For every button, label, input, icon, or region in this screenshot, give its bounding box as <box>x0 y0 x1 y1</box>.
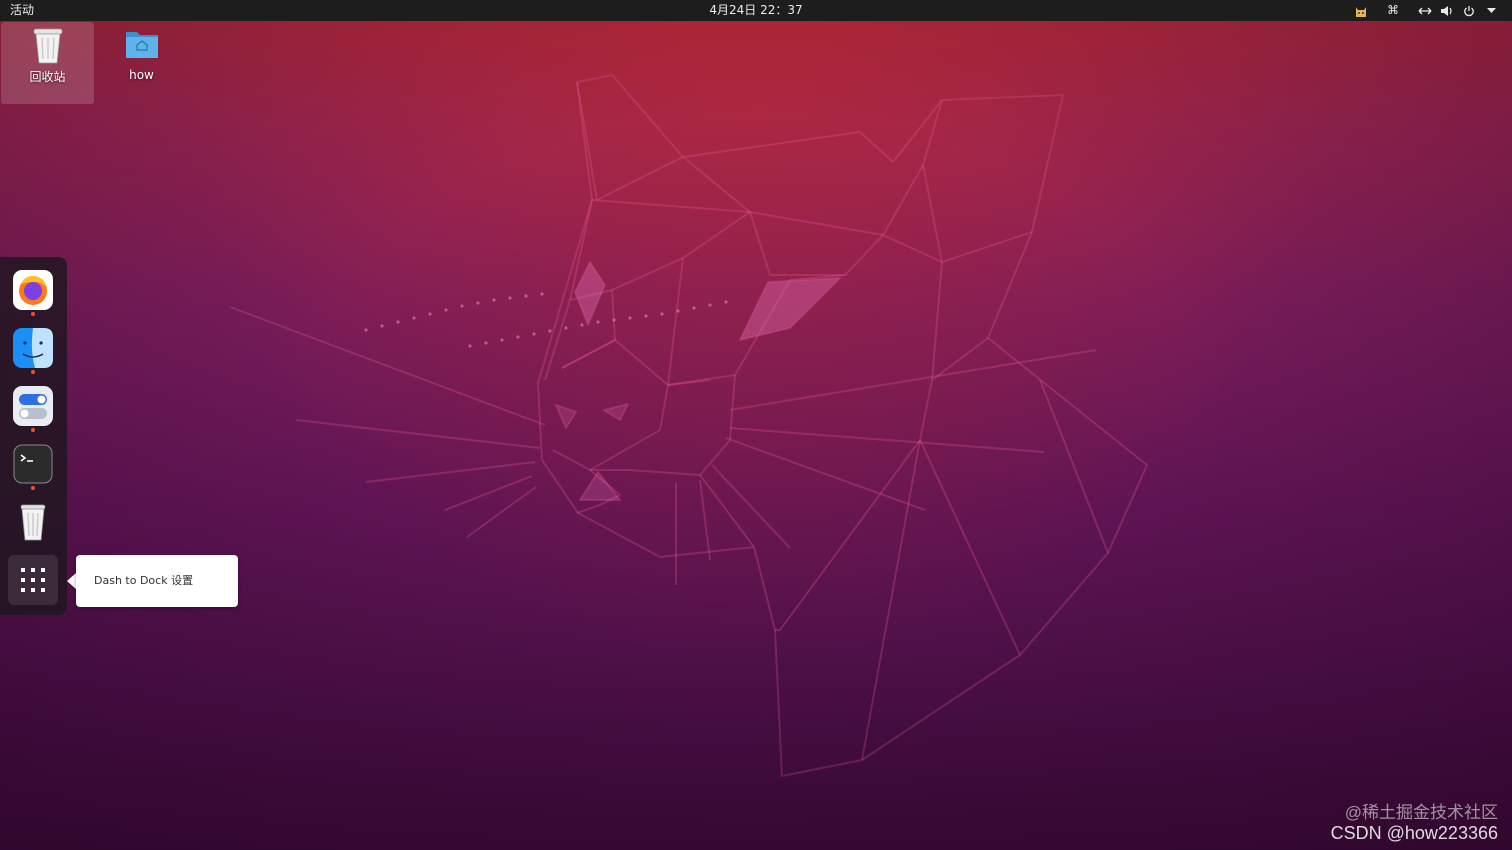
desktop-icon-home-folder[interactable]: how <box>95 22 188 104</box>
dock-app-terminal[interactable] <box>13 444 53 484</box>
finder-icon <box>13 328 53 368</box>
clock-area: 4月24日 22：37 <box>0 0 1512 21</box>
trash-icon <box>1 22 94 68</box>
dock-app-settings[interactable] <box>13 386 53 426</box>
home-folder-icon <box>95 22 188 68</box>
desktop-icon-label: 回收站 <box>29 70 66 84</box>
watermark-line-2: CSDN @how223366 <box>1330 823 1498 843</box>
system-tray: ⌘ <box>1350 0 1502 21</box>
clock-button[interactable]: 4月24日 22：37 <box>709 3 802 17</box>
terminal-icon <box>13 444 53 484</box>
wallpaper-cat-illustration <box>229 74 1148 777</box>
chevron-down-icon[interactable] <box>1480 0 1502 21</box>
show-applications-button[interactable] <box>8 555 58 605</box>
volume-icon[interactable] <box>1436 0 1458 21</box>
firefox-icon <box>13 270 53 310</box>
dock-tooltip: Dash to Dock 设置 <box>76 555 238 607</box>
power-icon[interactable] <box>1458 0 1480 21</box>
desktop-icon-trash[interactable]: 回收站 <box>1 22 94 104</box>
running-indicator <box>31 428 35 432</box>
dock-app-trash[interactable] <box>13 502 53 542</box>
watermark: @稀土掘金技术社区 CSDN @how223366 <box>1331 802 1498 844</box>
watermark-line-1: @稀土掘金技术社区 <box>1344 803 1498 822</box>
network-icon[interactable] <box>1414 0 1436 21</box>
running-indicator <box>31 486 35 490</box>
desktop-background <box>0 0 1512 850</box>
tooltip-arrow <box>67 573 76 589</box>
dock-app-finder[interactable] <box>13 328 53 368</box>
running-indicator <box>31 312 35 316</box>
top-bar: 活动 4月24日 22：37 ⌘ <box>0 0 1512 21</box>
trash-icon <box>20 504 46 541</box>
toggle-settings-icon <box>13 386 53 426</box>
dock <box>0 257 67 615</box>
command-key-icon[interactable]: ⌘ <box>1382 0 1404 21</box>
app-grid-icon <box>21 568 45 592</box>
desktop-icon-label: how <box>129 68 154 82</box>
running-indicator <box>31 370 35 374</box>
dock-app-firefox[interactable] <box>13 270 53 310</box>
cat-tray-icon[interactable] <box>1350 0 1372 21</box>
activities-button[interactable]: 活动 <box>10 0 34 21</box>
